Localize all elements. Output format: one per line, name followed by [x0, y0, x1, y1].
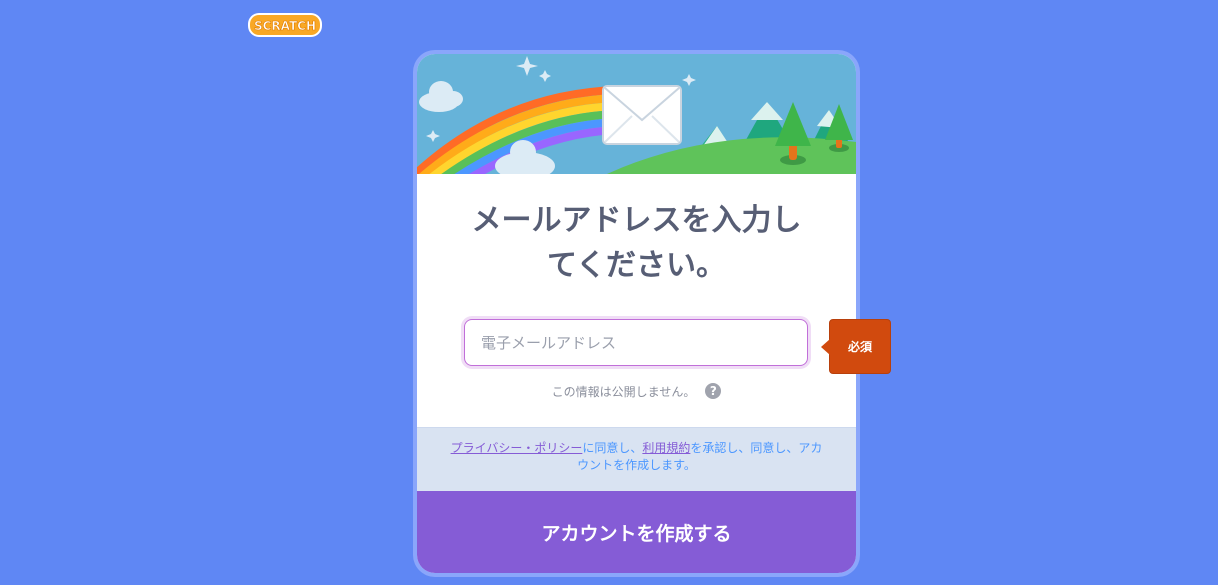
terms-notice: プライバシー・ポリシーに同意し、利用規約を承認し、同意し、アカウントを作成します… — [417, 427, 856, 491]
required-label: 必須 — [847, 340, 872, 354]
privacy-note-text: この情報は公開しません。 — [551, 384, 696, 399]
help-icon[interactable]: ? — [705, 383, 722, 399]
email-field[interactable] — [464, 319, 808, 366]
terms-text-1: に同意し、 — [582, 441, 643, 455]
svg-text:SCRATCH: SCRATCH — [254, 19, 316, 33]
create-account-button[interactable]: アカウントを作成する — [417, 491, 856, 573]
required-tooltip: 必須 — [821, 319, 891, 374]
email-banner-illustration — [417, 54, 856, 174]
terms-of-use-link[interactable]: 利用規約 — [642, 441, 690, 455]
signup-card: メールアドレスを入力し てください。 この情報は公開しません。 ? プライバシー… — [413, 50, 860, 577]
privacy-policy-link[interactable]: プライバシー・ポリシー — [451, 441, 583, 455]
scratch-logo[interactable]: SCRATCH — [247, 11, 323, 39]
signup-card-inner: メールアドレスを入力し てください。 この情報は公開しません。 ? プライバシー… — [417, 54, 856, 573]
scratch-logo-icon: SCRATCH — [248, 13, 322, 37]
page-title-line-1: メールアドレスを入力し — [471, 203, 802, 238]
page-title: メールアドレスを入力し てください。 — [417, 198, 856, 288]
privacy-note: この情報は公開しません。 ? — [417, 381, 856, 401]
tooltip-arrow — [821, 339, 830, 355]
page-title-line-2: てください。 — [546, 248, 727, 283]
